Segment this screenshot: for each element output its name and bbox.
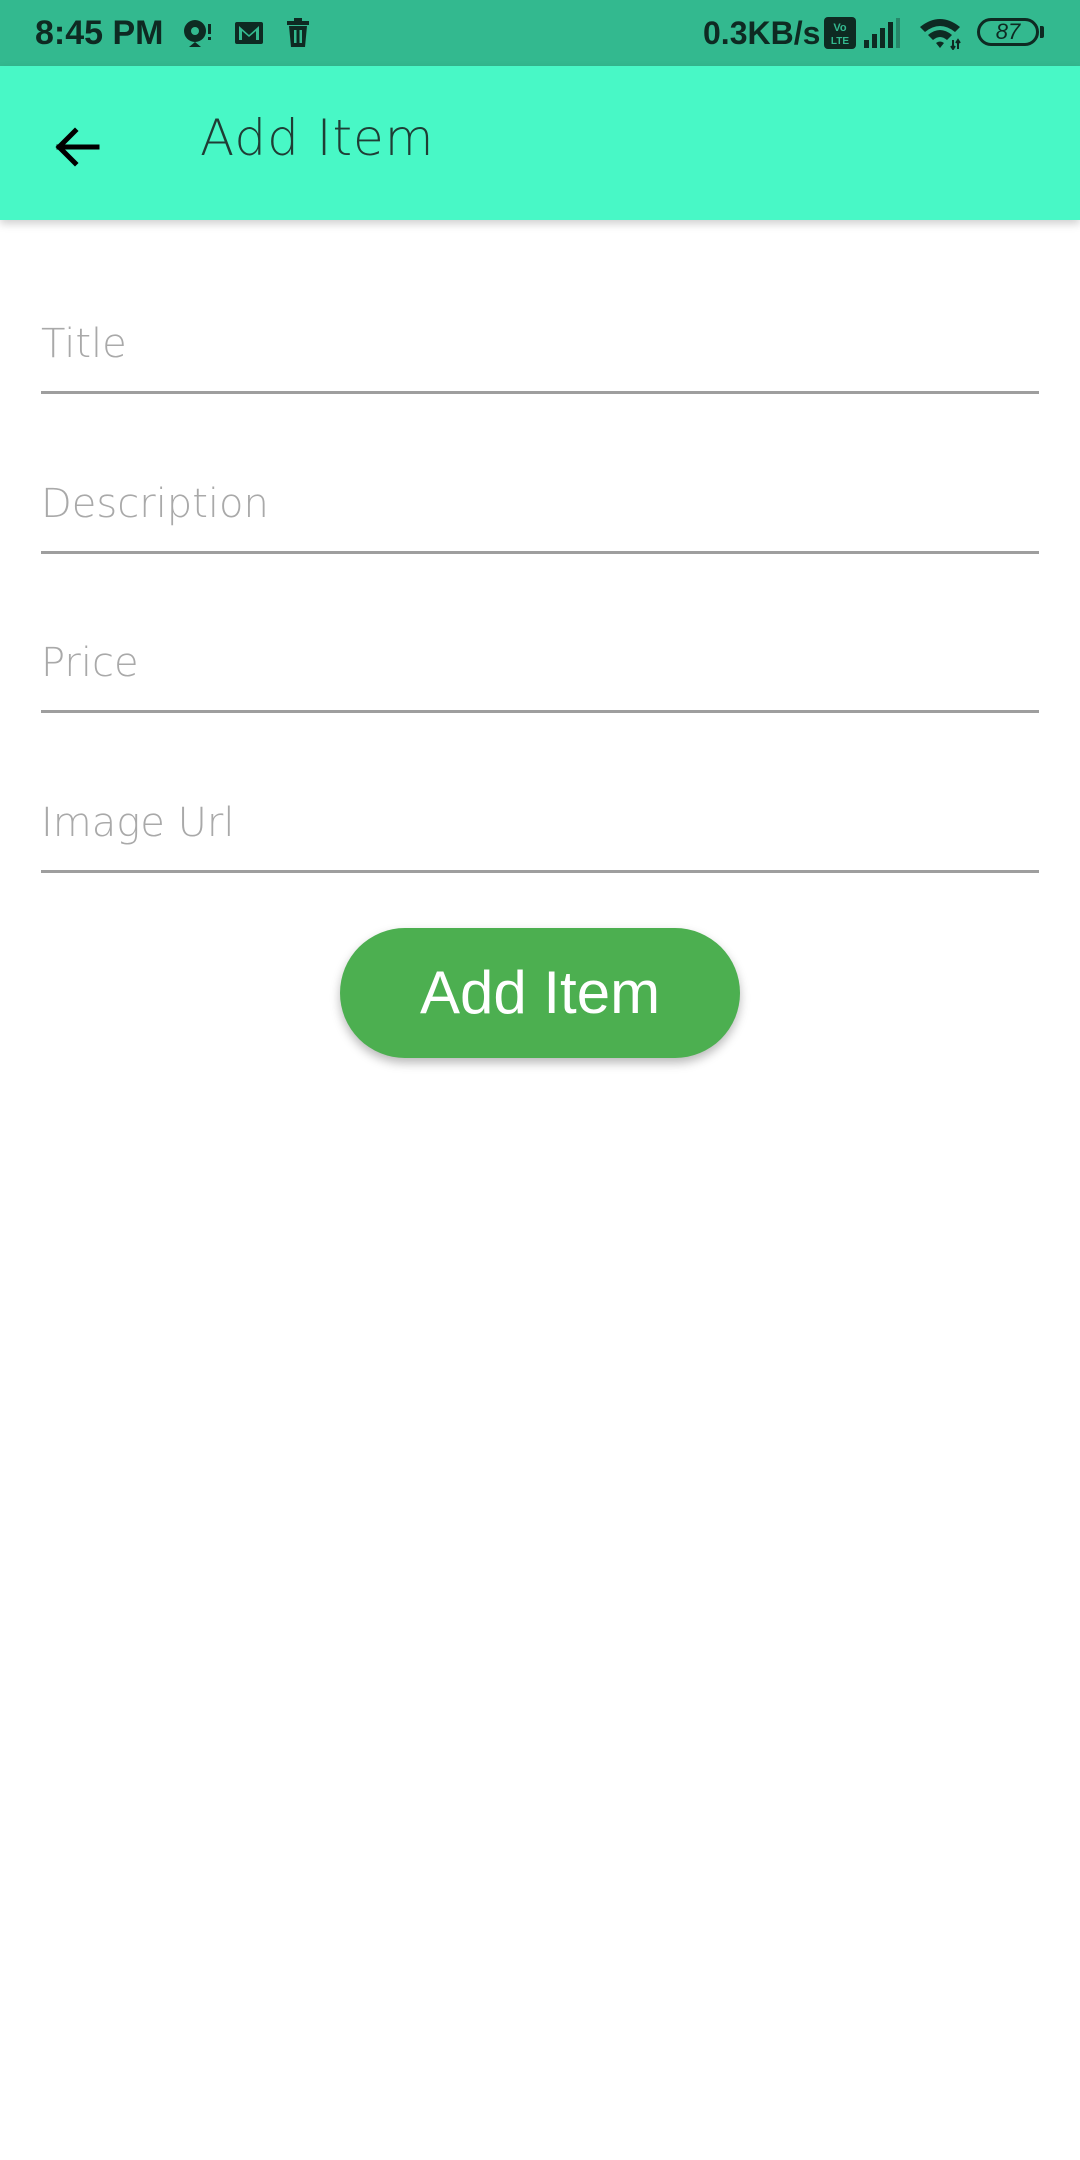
add-item-button[interactable]: Add Item [340,928,740,1058]
app-bar: Add Item [0,66,1080,220]
description-input[interactable] [41,481,1039,527]
description-field [41,454,1039,554]
status-bar: 8:45 PM 0.3KB/s Vo LTE 87 [0,0,1080,66]
image-url-input[interactable] [41,800,1039,846]
gmail-icon [235,22,263,44]
svg-text:LTE: LTE [831,36,849,47]
volte-icon: Vo LTE [824,17,856,49]
location-icon [184,20,211,47]
title-input[interactable] [41,321,1039,367]
network-speed: 0.3KB/s [703,15,821,51]
battery-icon: 87 [977,18,1039,46]
screen: 8:45 PM 0.3KB/s Vo LTE 87 Add Item Title… [0,0,1080,2160]
arrow-left-icon [55,127,100,167]
svg-text:Vo: Vo [833,22,847,34]
wifi-icon [920,19,961,50]
image-url-field [41,773,1039,873]
price-field [41,613,1039,713]
battery-level: 87 [995,19,1021,44]
status-time: 8:45 PM [35,14,164,52]
trash-icon [287,18,309,47]
page-title: Add Item [200,109,435,167]
price-input[interactable] [41,640,1039,686]
signal-icon [864,18,900,48]
title-field [41,294,1039,394]
back-button[interactable] [38,108,116,186]
battery-tip [1040,26,1044,38]
